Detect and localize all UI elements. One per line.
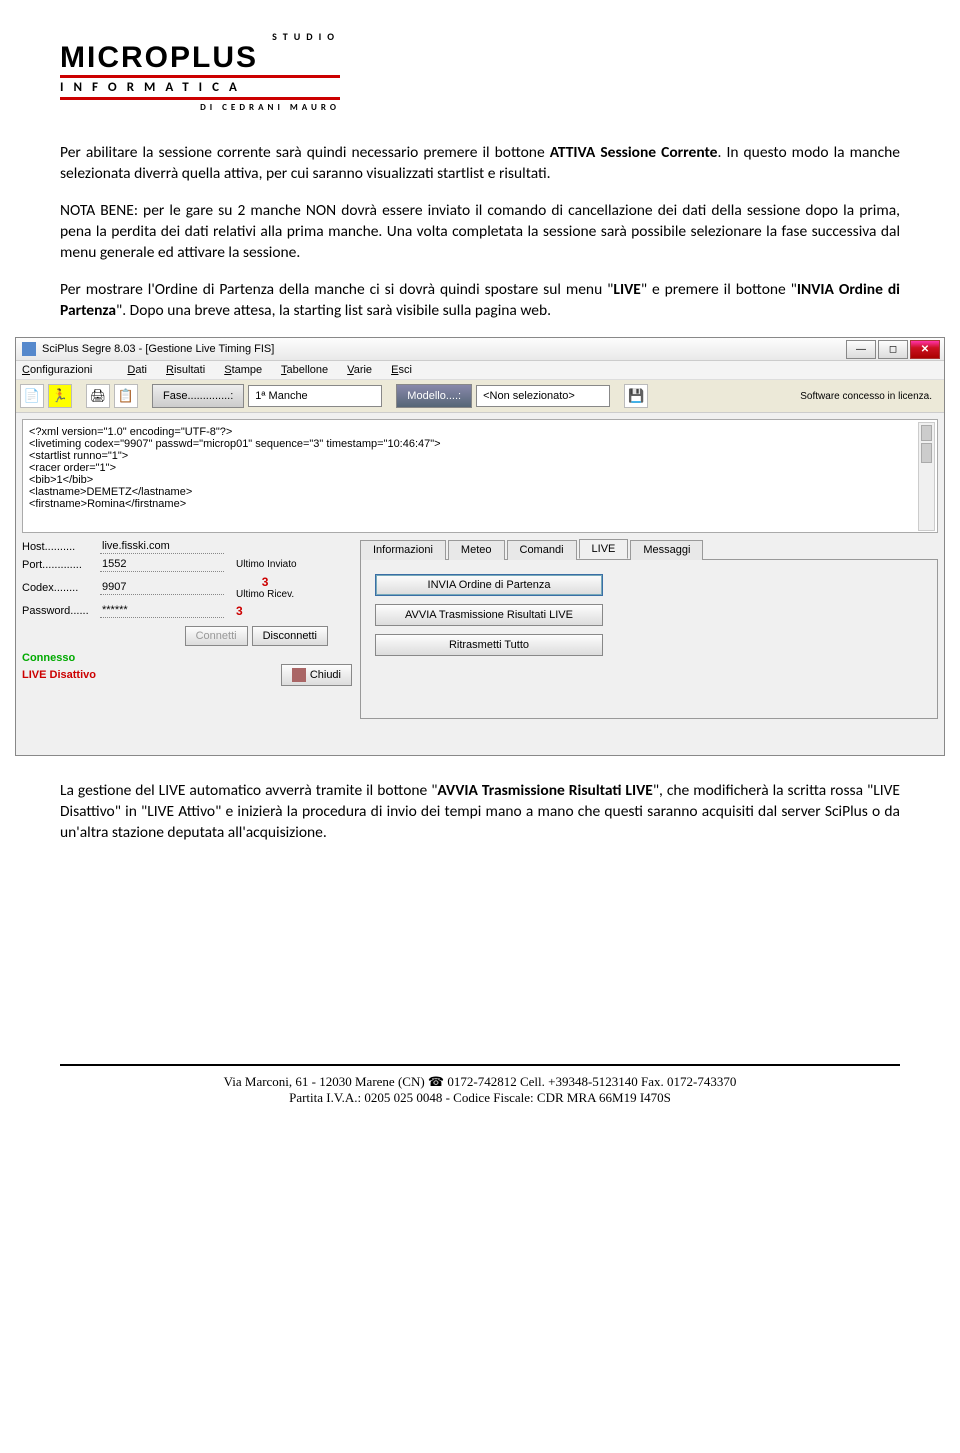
chiudi-button[interactable]: Chiudi xyxy=(281,664,352,686)
logo-cedrani: DI CEDRANI MAURO xyxy=(60,102,340,113)
status-live-disattivo: LIVE Disattivo xyxy=(22,669,96,681)
tab-comandi[interactable]: Comandi xyxy=(507,540,577,560)
logo-name: MICROPLUS xyxy=(60,43,340,73)
codex-input[interactable] xyxy=(100,580,224,595)
paragraph-3: Per mostrare l'Ordine di Partenza della … xyxy=(60,280,900,322)
logo-informatica: INFORMATICA xyxy=(60,80,340,95)
footer: Via Marconi, 61 - 12030 Marene (CN) ☎ 01… xyxy=(60,1064,900,1106)
toolbar: 📄 🏃 🖨 📋 Fase..............: 1ª Manche Mo… xyxy=(16,380,944,413)
menu-configurazioni[interactable]: Configurazioni xyxy=(22,364,108,376)
tab-informazioni[interactable]: Informazioni xyxy=(360,540,446,560)
app-window: SciPlus Segre 8.03 - [Gestione Live Timi… xyxy=(15,337,945,756)
fase-value: 1ª Manche xyxy=(248,385,382,407)
ultimo-inviato-num: 3 xyxy=(236,575,294,589)
menu-varie[interactable]: Varie xyxy=(347,364,372,376)
window-title: SciPlus Segre 8.03 - [Gestione Live Timi… xyxy=(42,343,274,355)
ritrasmetti-button[interactable]: Ritrasmetti Tutto xyxy=(375,634,603,656)
tab-panel: Informazioni Meteo Comandi LIVE Messaggi… xyxy=(360,539,938,719)
status-connesso: Connesso xyxy=(22,652,352,664)
exit-icon xyxy=(292,668,306,682)
password-input[interactable] xyxy=(100,603,224,618)
phone-icon: ☎ xyxy=(428,1074,444,1090)
port-label: Port............. xyxy=(22,559,100,571)
menu-esci[interactable]: Esci xyxy=(391,364,412,376)
ultimo-inviato-label: Ultimo Inviato xyxy=(236,559,297,570)
codex-label: Codex........ xyxy=(22,582,100,594)
menu-stampe[interactable]: Stampe xyxy=(224,364,262,376)
host-label: Host.......... xyxy=(22,541,100,553)
app-icon xyxy=(22,342,36,356)
logo: STUDIO MICROPLUS INFORMATICA DI CEDRANI … xyxy=(60,30,340,113)
tab-messaggi[interactable]: Messaggi xyxy=(630,540,703,560)
close-button[interactable]: ✕ xyxy=(910,340,940,359)
connetti-button[interactable]: Connetti xyxy=(185,626,248,646)
connection-panel: Host.......... Port............. Ultimo … xyxy=(22,539,352,686)
toolbar-icon-5[interactable]: 💾 xyxy=(624,384,648,408)
xml-textarea[interactable]: <?xml version="1.0" encoding="UTF-8"?> <… xyxy=(22,419,938,533)
paragraph-2: NOTA BENE: per le gare su 2 manche NON d… xyxy=(60,201,900,264)
tab-meteo[interactable]: Meteo xyxy=(448,540,505,560)
paragraph-1: Per abilitare la sessione corrente sarà … xyxy=(60,143,900,185)
paragraph-4: La gestione del LIVE automatico avverrà … xyxy=(60,781,900,844)
toolbar-icon-4[interactable]: 📋 xyxy=(114,384,138,408)
license-text: Software concesso in licenza. xyxy=(800,391,940,402)
invia-ordine-button[interactable]: INVIA Ordine di Partenza xyxy=(375,574,603,596)
maximize-button[interactable]: ◻ xyxy=(878,340,908,359)
toolbar-icon-1[interactable]: 📄 xyxy=(20,384,44,408)
ultimo-ricev-label: Ultimo Ricev. xyxy=(236,589,294,600)
menu-risultati[interactable]: Risultati xyxy=(166,364,205,376)
password-label: Password...... xyxy=(22,605,100,617)
menu-bar: Configurazioni Dati Risultati Stampe Tab… xyxy=(16,361,944,380)
menu-tabellone[interactable]: Tabellone xyxy=(281,364,328,376)
modello-value: <Non selezionato> xyxy=(476,385,610,407)
scrollbar[interactable] xyxy=(918,422,935,530)
toolbar-icon-3[interactable]: 🖨 xyxy=(86,384,110,408)
menu-dati[interactable]: Dati xyxy=(127,364,147,376)
modello-button[interactable]: Modello....: xyxy=(396,384,472,408)
title-bar: SciPlus Segre 8.03 - [Gestione Live Timi… xyxy=(16,338,944,361)
toolbar-icon-2[interactable]: 🏃 xyxy=(48,384,72,408)
disconnetti-button[interactable]: Disconnetti xyxy=(252,626,328,646)
port-input[interactable] xyxy=(100,557,224,572)
host-input[interactable] xyxy=(100,539,224,554)
minimize-button[interactable]: — xyxy=(846,340,876,359)
tab-live[interactable]: LIVE xyxy=(579,539,629,559)
fase-button[interactable]: Fase..............: xyxy=(152,384,244,408)
avvia-trasmissione-button[interactable]: AVVIA Trasmissione Risultati LIVE xyxy=(375,604,603,626)
ultimo-ricev-num: 3 xyxy=(236,604,243,618)
